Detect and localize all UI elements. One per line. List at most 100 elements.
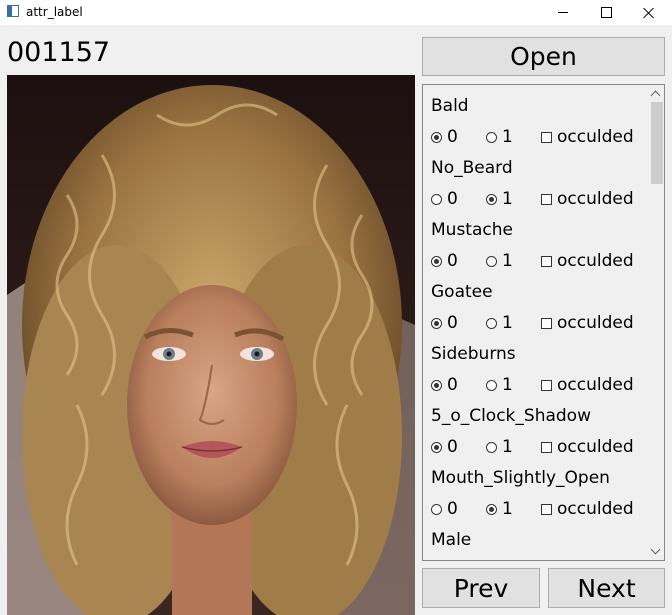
attribute-label: Bald (431, 96, 469, 116)
radio-option-1[interactable]: 1 (486, 494, 513, 525)
scroll-down-button[interactable] (647, 543, 664, 560)
attribute-label: 5_o_Clock_Shadow (431, 406, 591, 426)
occluded-checkbox[interactable]: occulded (541, 370, 634, 401)
radio-option-1[interactable]: 1 (486, 432, 513, 463)
option-label: 0 (447, 375, 458, 395)
attribute-label: Goatee (431, 282, 493, 302)
attribute-options-row: 0 1 occulded (431, 246, 641, 277)
attribute-label: Mouth_Slightly_Open (431, 468, 610, 488)
checkbox-icon[interactable] (541, 442, 552, 453)
radio-option-0[interactable]: 0 (431, 184, 458, 215)
checkbox-icon[interactable] (541, 380, 552, 391)
image-id-label: 001157 (7, 37, 111, 68)
option-label: occulded (557, 127, 634, 147)
radio-option-0[interactable]: 0 (431, 122, 458, 153)
face-image (7, 75, 415, 615)
attribute-options-row: 0 1 occulded (431, 494, 641, 525)
occluded-checkbox[interactable]: occulded (541, 494, 634, 525)
radio-option-0[interactable]: 0 (431, 308, 458, 339)
scroll-thumb[interactable] (651, 102, 663, 184)
radio-checked-icon[interactable] (431, 132, 442, 143)
option-label: 0 (447, 313, 458, 333)
radio-checked-icon[interactable] (431, 442, 442, 453)
option-label: 1 (502, 499, 513, 519)
attribute-options-row: 0 1 occulded (431, 184, 641, 215)
checkbox-icon[interactable] (541, 318, 552, 329)
radio-unchecked-icon[interactable] (486, 442, 497, 453)
option-label: 0 (447, 251, 458, 271)
option-label: occulded (557, 189, 634, 209)
radio-unchecked-icon[interactable] (486, 380, 497, 391)
radio-option-1[interactable]: 1 (486, 184, 513, 215)
option-label: occulded (557, 251, 634, 271)
chevron-up-icon (650, 90, 661, 101)
window-title: attr_label (26, 5, 83, 19)
radio-checked-icon[interactable] (431, 318, 442, 329)
chevron-down-icon (650, 544, 661, 555)
attribute-list: Bald 0 1 occulded No_Beard 0 1 occulded Mustache… (431, 91, 641, 556)
close-button[interactable] (626, 0, 672, 25)
attribute-scroll-panel[interactable]: Bald 0 1 occulded No_Beard 0 1 occulded Mustache… (422, 84, 665, 561)
option-label: occulded (557, 499, 634, 519)
option-label: occulded (557, 437, 634, 457)
radio-option-1[interactable]: 1 (486, 308, 513, 339)
option-label: 1 (502, 189, 513, 209)
occluded-checkbox[interactable]: occulded (541, 246, 634, 277)
attribute-label: No_Beard (431, 158, 513, 178)
radio-option-1[interactable]: 1 (486, 122, 513, 153)
radio-unchecked-icon[interactable] (486, 132, 497, 143)
scroll-up-button[interactable] (647, 85, 664, 102)
attribute-label: Mustache (431, 220, 513, 240)
checkbox-icon[interactable] (541, 194, 552, 205)
option-label: 0 (447, 189, 458, 209)
open-button[interactable]: Open (422, 37, 665, 76)
checkbox-icon[interactable] (541, 504, 552, 515)
minimize-button[interactable] (540, 0, 586, 25)
radio-unchecked-icon[interactable] (486, 256, 497, 267)
next-button[interactable]: Next (548, 568, 665, 608)
radio-option-0[interactable]: 0 (431, 246, 458, 277)
radio-checked-icon[interactable] (486, 194, 497, 205)
option-label: 1 (502, 313, 513, 333)
vertical-scrollbar[interactable] (647, 85, 664, 560)
title-bar: attr_label (0, 0, 672, 25)
option-label: occulded (557, 375, 634, 395)
occluded-checkbox[interactable]: occulded (541, 184, 634, 215)
radio-unchecked-icon[interactable] (486, 318, 497, 329)
option-label: 1 (502, 375, 513, 395)
checkbox-icon[interactable] (541, 132, 552, 143)
radio-option-0[interactable]: 0 (431, 370, 458, 401)
attribute-options-row: 0 1 occulded (431, 308, 641, 339)
radio-checked-icon[interactable] (431, 256, 442, 267)
attribute-options-row: 0 1 occulded (431, 122, 641, 153)
option-label: 0 (447, 499, 458, 519)
radio-option-1[interactable]: 1 (486, 246, 513, 277)
close-icon (643, 7, 655, 19)
radio-option-0[interactable]: 0 (431, 432, 458, 463)
radio-checked-icon[interactable] (486, 504, 497, 515)
maximize-button[interactable] (583, 0, 629, 25)
prev-button[interactable]: Prev (422, 568, 540, 608)
radio-option-0[interactable]: 0 (431, 494, 458, 525)
option-label: 0 (447, 127, 458, 147)
option-label: 1 (502, 437, 513, 457)
occluded-checkbox[interactable]: occulded (541, 122, 634, 153)
option-label: 1 (502, 127, 513, 147)
maximize-icon (600, 7, 612, 18)
checkbox-icon[interactable] (541, 256, 552, 267)
attribute-options-row: 0 1 occulded (431, 432, 641, 463)
radio-checked-icon[interactable] (431, 380, 442, 391)
occluded-checkbox[interactable]: occulded (541, 308, 634, 339)
radio-option-1[interactable]: 1 (486, 370, 513, 401)
attribute-label: Sideburns (431, 344, 516, 364)
option-label: 0 (447, 437, 458, 457)
option-label: 1 (502, 251, 513, 271)
occluded-checkbox[interactable]: occulded (541, 432, 634, 463)
window-app-icon (7, 5, 19, 17)
radio-unchecked-icon[interactable] (431, 504, 442, 515)
option-label: occulded (557, 313, 634, 333)
attribute-options-row: 0 1 occulded (431, 370, 641, 401)
attribute-label: Male (431, 530, 472, 550)
radio-unchecked-icon[interactable] (431, 194, 442, 205)
minimize-icon (558, 12, 568, 13)
